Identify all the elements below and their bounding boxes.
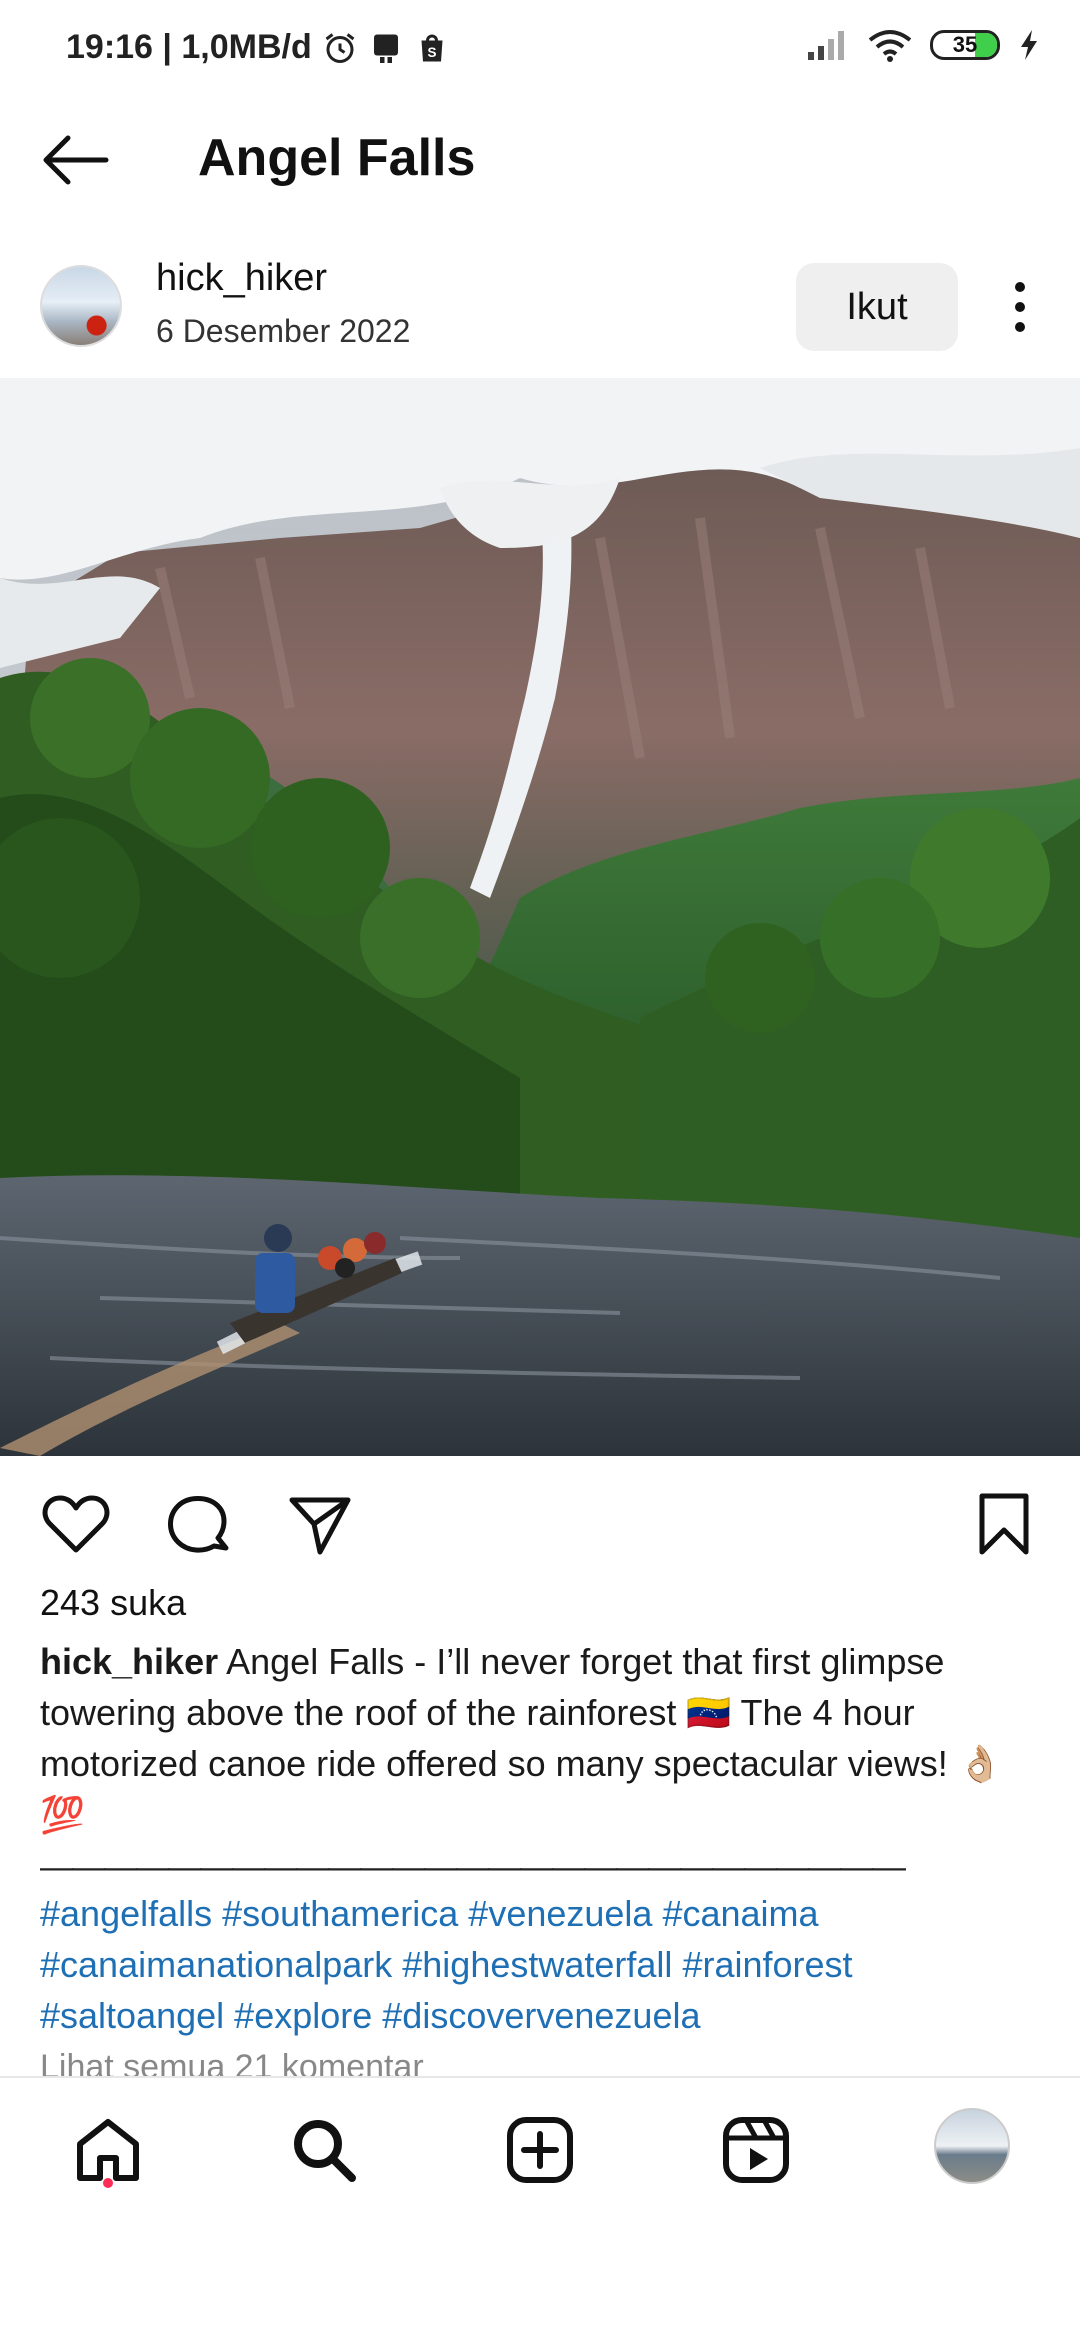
status-bar: 19:16 | 1,0MB/d S 35 xyxy=(0,0,1080,100)
hashtag[interactable]: #southamerica xyxy=(222,1893,458,1934)
arrow-left-icon[interactable] xyxy=(40,132,110,188)
heart-icon[interactable] xyxy=(42,1490,110,1558)
like-count[interactable]: 243 suka xyxy=(40,1582,186,1624)
more-vertical-icon[interactable] xyxy=(1000,277,1040,337)
comment-icon[interactable] xyxy=(164,1490,232,1558)
post-caption: hick_hiker Angel Falls - I’ll never forg… xyxy=(40,1636,1040,1840)
hashtag[interactable]: #highestwaterfall xyxy=(402,1944,672,1985)
create-icon[interactable] xyxy=(504,2114,576,2186)
page-title: Angel Falls xyxy=(198,129,476,187)
notification-dot xyxy=(103,2178,113,2188)
post-actions xyxy=(0,1480,1080,1560)
shop-bag-icon: S xyxy=(421,34,443,61)
post-photo[interactable] xyxy=(0,378,1080,1456)
notification-app-icon xyxy=(373,34,398,63)
caption-divider: ——————————————————————————— xyxy=(40,1848,906,1886)
post-username[interactable]: hick_hiker xyxy=(156,257,327,300)
hashtag[interactable]: #canaimanationalpark xyxy=(40,1944,392,1985)
status-time: 19:16 | 1,0MB/d xyxy=(66,28,312,66)
hashtag[interactable]: #rainforest xyxy=(682,1944,852,1985)
wifi-icon xyxy=(868,30,912,62)
hashtag[interactable]: #venezuela xyxy=(468,1893,652,1934)
signal-icon xyxy=(808,31,844,60)
view-comments-link[interactable]: Lihat semua 21 komentar xyxy=(40,2048,424,2076)
follow-button[interactable]: Ikut xyxy=(796,263,958,351)
post-date: 6 Desember 2022 xyxy=(156,313,411,349)
bottom-navigation xyxy=(0,2076,1080,2258)
post-header: hick_hiker 6 Desember 2022 Ikut xyxy=(0,255,1080,375)
avatar[interactable] xyxy=(40,265,122,347)
send-icon[interactable] xyxy=(286,1490,354,1558)
hashtag[interactable]: #discovervenezuela xyxy=(382,1995,700,2036)
hashtag[interactable]: #canaima xyxy=(662,1893,818,1934)
home-icon[interactable] xyxy=(72,2114,144,2186)
charging-icon xyxy=(1021,30,1037,60)
caption-username[interactable]: hick_hiker xyxy=(40,1641,218,1682)
alarm-icon xyxy=(325,32,355,63)
hashtag[interactable]: #angelfalls xyxy=(40,1893,212,1934)
hashtag-list: #angelfalls #southamerica #venezuela #ca… xyxy=(40,1888,1040,2041)
profile-avatar[interactable] xyxy=(934,2108,1010,2184)
bookmark-icon[interactable] xyxy=(970,1490,1038,1558)
svg-text:S: S xyxy=(427,45,436,60)
hashtag[interactable]: #explore xyxy=(234,1995,372,2036)
search-icon[interactable] xyxy=(288,2114,360,2186)
hashtag[interactable]: #saltoangel xyxy=(40,1995,224,2036)
battery-indicator: 35 xyxy=(930,30,1000,60)
reels-icon[interactable] xyxy=(720,2114,792,2186)
top-bar: Angel Falls xyxy=(0,110,1080,210)
